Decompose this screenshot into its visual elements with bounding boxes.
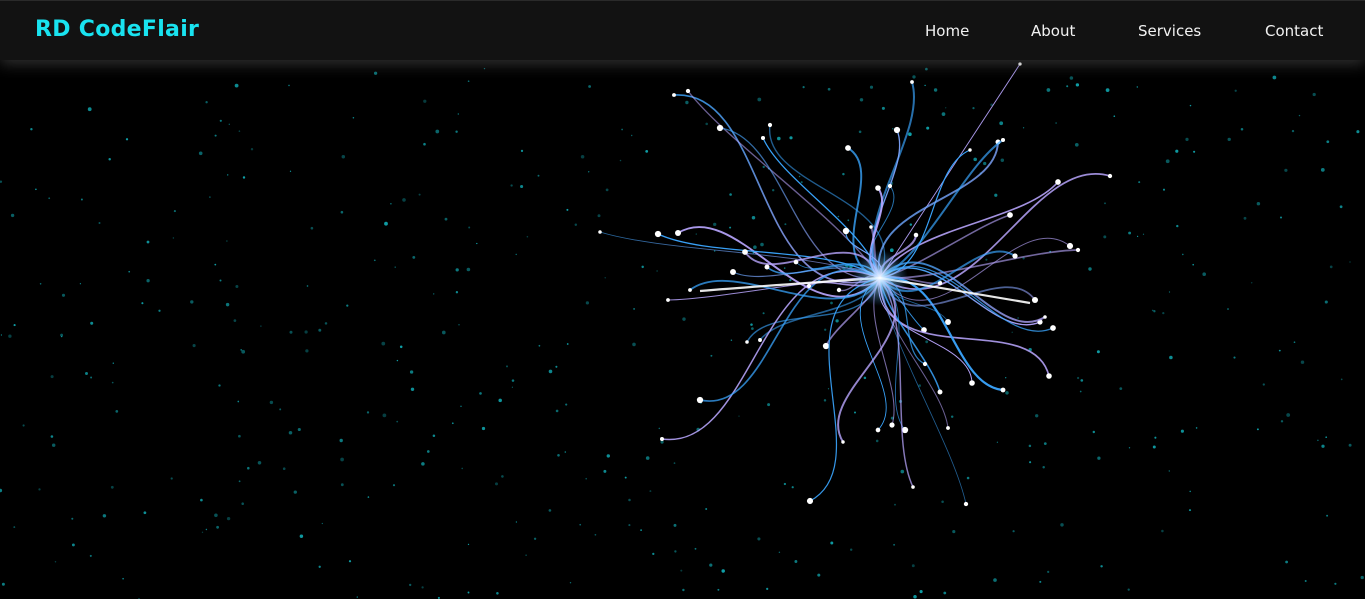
burst-strand — [673, 94, 881, 284]
burst-strand — [879, 172, 1111, 290]
strand-tip-dot — [875, 427, 881, 433]
strand-tip-dot — [913, 232, 919, 238]
burst-core-glow — [852, 250, 908, 306]
nav-home[interactable]: Home — [925, 22, 969, 40]
strand-tip-dot — [969, 380, 975, 386]
strand-tip-dot — [1107, 173, 1113, 179]
strand-tip-dot — [1007, 212, 1013, 218]
strand-tip-dot — [937, 389, 943, 395]
strand-tip-dot — [1075, 247, 1081, 253]
strand-tip-dot — [946, 426, 950, 430]
strand-tip-dot — [716, 124, 724, 132]
strand-tip-dot — [696, 396, 704, 404]
strand-tip-dot — [666, 298, 670, 302]
strand-tip-dot — [910, 80, 914, 84]
strand-tip-dot — [730, 269, 736, 275]
strand-tip-dot — [1012, 253, 1018, 259]
strand-tip-dot — [745, 340, 749, 344]
burst-strand — [879, 277, 914, 488]
strand-tip-dot — [1050, 325, 1056, 331]
strand-tip-dot — [685, 88, 691, 94]
strand-tip-dot — [758, 338, 762, 342]
strand-tip-dot — [1055, 179, 1061, 185]
brand-logo[interactable]: RD CodeFlair — [35, 17, 199, 42]
strand-tip-dot — [875, 185, 881, 191]
strand-tip-dot — [968, 148, 972, 152]
strand-tip-dot — [806, 497, 814, 505]
strand-tip-dot — [660, 437, 664, 441]
strand-tip-dot — [893, 126, 901, 134]
strand-tip-dot — [764, 264, 770, 270]
strand-tip-dot — [760, 135, 766, 141]
strand-tip-dot — [841, 440, 845, 444]
strand-tip-dot — [806, 283, 812, 289]
strand-tip-dot — [1043, 315, 1047, 319]
strand-tip-dot — [845, 145, 851, 151]
strand-tip-dot — [842, 227, 850, 235]
strand-tip-dot — [674, 229, 682, 237]
strand-tip-dot — [654, 230, 662, 238]
strand-tip-dot — [1066, 242, 1074, 250]
strand-tip-dot — [793, 259, 799, 265]
burst-strand — [677, 226, 881, 298]
strand-tip-dot — [869, 225, 873, 229]
strand-tip-dot — [688, 288, 692, 292]
strand-tip-dot — [945, 319, 951, 325]
strand-tip-dot — [1000, 387, 1006, 393]
nav-services[interactable]: Services — [1138, 22, 1201, 40]
burst-strand — [809, 277, 881, 502]
strand-tip-dot — [1000, 137, 1006, 143]
strand-tip-dot — [598, 230, 602, 234]
strand-tip-dot — [767, 122, 773, 128]
nav-about[interactable]: About — [1031, 22, 1075, 40]
hero-page: RD CodeFlair Home About Services Contact — [0, 0, 1365, 599]
particle-burst-animation — [598, 62, 1113, 507]
strand-tip-dot — [836, 287, 842, 293]
strand-tip-dot — [1031, 296, 1039, 304]
strand-tip-dot — [1018, 62, 1022, 66]
strand-tip-dot — [911, 485, 915, 489]
strand-tip-dot — [963, 501, 969, 507]
strand-tip-dot — [822, 342, 830, 350]
strand-tip-dot — [672, 93, 676, 97]
navbar: RD CodeFlair Home About Services Contact — [0, 0, 1365, 60]
strand-tip-dot — [1046, 373, 1052, 379]
strand-tip-dot — [922, 361, 928, 367]
nav-contact[interactable]: Contact — [1265, 22, 1323, 40]
strand-tip-dot — [742, 249, 748, 255]
strand-tip-dot — [889, 422, 895, 428]
burst-strand — [871, 81, 915, 279]
strand-tip-dot — [887, 183, 893, 189]
